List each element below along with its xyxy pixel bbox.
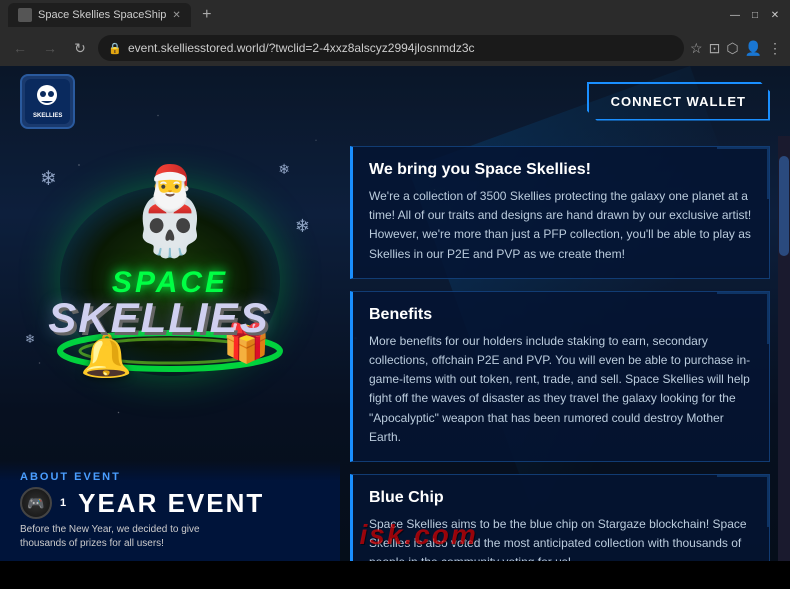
left-panel: ❄ ❄ ❄ ❄ 🎅 💀 [0,136,340,561]
site-logo: SKELLIES [20,74,75,129]
browser-window: Space Skellies SpaceShip ✕ + — □ ✕ ← → ↻… [0,0,790,66]
refresh-btn[interactable]: ↻ [68,36,92,60]
event-description-2: thousands of prizes for all users! [20,537,320,551]
intro-panel-title: We bring you Space Skellies! [369,161,753,179]
new-tab-button[interactable]: + [195,3,219,27]
number-1: 1 [60,497,66,509]
watermark: isk.com [360,519,478,551]
profile-icon[interactable]: 👤 [745,40,762,57]
url-bar-wrapper: 🔒 [98,35,684,61]
url-input[interactable] [98,35,684,61]
intro-panel: We bring you Space Skellies! We're a col… [350,146,770,279]
logo-image: SKELLIES [20,74,75,129]
scrollbar-thumb[interactable] [779,156,789,256]
skellies-text: SKELLIES [48,294,269,342]
santa-hat: 🎅 [142,166,198,211]
main-content: ❄ ❄ ❄ ❄ 🎅 💀 [0,136,790,561]
lock-icon: 🔒 [108,42,122,55]
intro-panel-text: We're a collection of 3500 Skellies prot… [369,187,753,264]
forward-btn[interactable]: → [38,36,62,60]
menu-icon[interactable]: ⋮ [768,40,782,57]
snowflake-4: ❄ [25,332,35,346]
benefits-panel: Benefits More benefits for our holders i… [350,291,770,462]
tab-favicon [18,8,32,22]
address-bar: ← → ↻ 🔒 ☆ ⊡ ⬡ 👤 ⋮ [0,30,790,66]
connect-wallet-button[interactable]: CONNECT WALLET [587,82,770,121]
benefits-panel-text: More benefits for our holders include st… [369,332,753,447]
back-btn[interactable]: ← [8,36,32,60]
maximize-btn[interactable]: □ [748,8,762,22]
bluechip-panel-title: Blue Chip [369,489,753,507]
cast-icon[interactable]: ⊡ [709,40,721,57]
minimize-btn[interactable]: — [728,8,742,22]
website-content: SKELLIES CONNECT WALLET ❄ ❄ ❄ ❄ [0,66,790,561]
tab-close-btn[interactable]: ✕ [172,10,180,21]
event-description-1: Before the New Year, we decided to give [20,523,320,537]
year-event-text: YEAR EVENT [78,488,264,519]
svg-text:SKELLIES: SKELLIES [33,113,62,119]
benefits-panel-title: Benefits [369,306,753,324]
window-controls: — □ ✕ [728,8,782,22]
browser-tab[interactable]: Space Skellies SpaceShip ✕ [8,3,191,27]
info-panels: We bring you Space Skellies! We're a col… [340,136,790,561]
event-icon: 🎮 [20,487,52,519]
title-bar: Space Skellies SpaceShip ✕ + — □ ✕ [0,0,790,30]
extensions-icon[interactable]: ⬡ [726,40,738,57]
about-event-section: ABOUT EVENT 🎮 1 YEAR EVENT Before the Ne… [0,461,340,561]
close-btn[interactable]: ✕ [768,8,782,22]
about-event-label: ABOUT EVENT [20,471,320,483]
site-header: SKELLIES CONNECT WALLET [0,66,790,136]
scrollbar-track [778,136,790,561]
brand-logo: ❄ ❄ ❄ ❄ 🎅 💀 [20,156,320,406]
year-event-row: 🎮 1 YEAR EVENT [20,487,320,519]
star-icon[interactable]: ☆ [690,40,703,57]
tab-title: Space Skellies SpaceShip [38,9,166,21]
logo-graphic: 🎅 💀 SPACE SKELLIES 🎁 [40,166,300,396]
